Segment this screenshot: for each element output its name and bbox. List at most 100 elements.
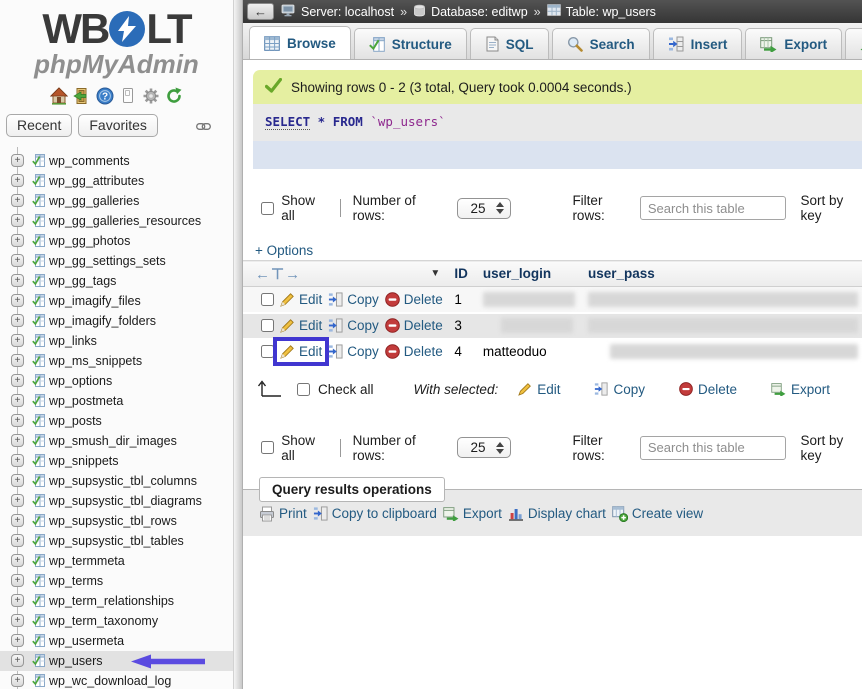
sidebar-table-item[interactable]: + wp_imagify_files (0, 291, 233, 311)
expand-plus-icon[interactable]: + (11, 214, 24, 227)
with-selected-delete[interactable]: Delete (679, 382, 737, 397)
sidebar-table-item[interactable]: + wp_postmeta (0, 391, 233, 411)
expand-plus-icon[interactable]: + (11, 354, 24, 367)
tab-insert[interactable]: Insert (653, 28, 743, 59)
back-button[interactable]: ← (247, 3, 274, 20)
expand-plus-icon[interactable]: + (11, 634, 24, 647)
tab-browse[interactable]: Browse (249, 26, 351, 59)
sort-caret-icon[interactable]: ▼ (430, 268, 440, 279)
sidebar-table-item[interactable]: + wp_links (0, 331, 233, 351)
with-selected-copy[interactable]: Copy (594, 382, 645, 397)
breadcrumb-server[interactable]: Server: localhost (281, 4, 394, 20)
show-all-checkbox[interactable] (261, 202, 274, 215)
sidebar-table-item[interactable]: + wp_gg_settings_sets (0, 251, 233, 271)
column-header-id[interactable]: ID (450, 261, 479, 287)
expand-plus-icon[interactable]: + (11, 674, 24, 687)
favorites-tab[interactable]: Favorites (78, 114, 158, 137)
sidebar-table-item[interactable]: + wp_usermeta (0, 631, 233, 651)
tab-sql[interactable]: SQL (470, 28, 549, 59)
row-checkbox[interactable] (261, 345, 274, 358)
with-selected-edit[interactable]: Edit (518, 382, 560, 397)
filter-rows-input[interactable] (640, 196, 786, 220)
sidebar-table-item[interactable]: + wp_imagify_folders (0, 311, 233, 331)
row-copy-link[interactable]: Copy (328, 318, 379, 333)
with-selected-export[interactable]: Export (771, 382, 830, 397)
display-chart-link[interactable]: Display chart (508, 506, 606, 522)
print-link[interactable]: Print (259, 506, 307, 522)
create-view-link[interactable]: Create view (612, 506, 703, 522)
expand-plus-icon[interactable]: + (11, 174, 24, 187)
sidebar-table-item[interactable]: + wp_wc_download_log (0, 671, 233, 689)
row-checkbox[interactable] (261, 293, 274, 306)
expand-plus-icon[interactable]: + (11, 594, 24, 607)
expand-plus-icon[interactable]: + (11, 194, 24, 207)
expand-plus-icon[interactable]: + (11, 474, 24, 487)
recent-tab[interactable]: Recent (6, 114, 72, 137)
sidebar-table-item[interactable]: + wp_supsystic_tbl_columns (0, 471, 233, 491)
expand-plus-icon[interactable]: + (11, 274, 24, 287)
sidebar-table-item[interactable]: + wp_gg_photos (0, 231, 233, 251)
show-all-checkbox[interactable] (261, 441, 274, 454)
sidebar-table-item[interactable]: + wp_gg_galleries_resources (0, 211, 233, 231)
expand-plus-icon[interactable]: + (11, 534, 24, 547)
sidebar-table-item[interactable]: + wp_gg_attributes (0, 171, 233, 191)
expand-plus-icon[interactable]: + (11, 334, 24, 347)
column-header-user-login[interactable]: user_login (479, 261, 584, 287)
expand-plus-icon[interactable]: + (11, 314, 24, 327)
row-checkbox[interactable] (261, 319, 274, 332)
expand-plus-icon[interactable]: + (11, 254, 24, 267)
tab-search[interactable]: Search (552, 28, 650, 59)
sidebar-table-item[interactable]: + wp_ms_snippets (0, 351, 233, 371)
filter-rows-input[interactable] (640, 436, 786, 460)
link-chain-icon[interactable] (196, 118, 211, 136)
export-link[interactable]: Export (443, 506, 502, 521)
sidebar-table-item[interactable]: + wp_term_taxonomy (0, 611, 233, 631)
sidebar-table-item[interactable]: + wp_terms (0, 571, 233, 591)
expand-plus-icon[interactable]: + (11, 294, 24, 307)
home-icon[interactable] (50, 87, 68, 105)
expand-plus-icon[interactable]: + (11, 394, 24, 407)
sidebar-table-item[interactable]: + wp_term_relationships (0, 591, 233, 611)
options-toggle-link[interactable]: + Options (255, 243, 313, 258)
sidebar-table-item[interactable]: + wp_termmeta (0, 551, 233, 571)
settings-gear-icon[interactable] (142, 87, 160, 105)
sidebar-table-item[interactable]: + wp_comments (0, 151, 233, 171)
row-copy-link[interactable]: Copy (328, 344, 379, 359)
expand-plus-icon[interactable]: + (11, 554, 24, 567)
expand-plus-icon[interactable]: + (11, 654, 24, 667)
sidebar-table-item[interactable]: + wp_posts (0, 411, 233, 431)
sidebar-table-item[interactable]: + wp_gg_galleries (0, 191, 233, 211)
copy-to-clipboard-link[interactable]: Copy to clipboard (313, 506, 437, 521)
check-all-checkbox[interactable] (297, 383, 310, 396)
documentation-icon[interactable] (119, 87, 137, 105)
expand-plus-icon[interactable]: + (11, 234, 24, 247)
breadcrumb-table[interactable]: Table: wp_users (547, 4, 656, 19)
expand-plus-icon[interactable]: + (11, 574, 24, 587)
expand-plus-icon[interactable]: + (11, 614, 24, 627)
sidebar-table-item[interactable]: + wp_gg_tags (0, 271, 233, 291)
expand-plus-icon[interactable]: + (11, 374, 24, 387)
row-edit-link[interactable]: Edit (280, 344, 322, 359)
refresh-icon[interactable] (165, 87, 183, 105)
sidebar-table-item[interactable]: + wp_snippets (0, 451, 233, 471)
row-copy-link[interactable]: Copy (328, 292, 379, 307)
sidebar-table-item[interactable]: + wp_smush_dir_images (0, 431, 233, 451)
logout-door-icon[interactable] (73, 87, 91, 105)
row-delete-link[interactable]: Delete (385, 292, 443, 307)
expand-plus-icon[interactable]: + (11, 154, 24, 167)
column-header-user-pass[interactable]: user_pass (584, 261, 862, 287)
tab-import[interactable]: Import (845, 28, 862, 59)
sidebar-table-item[interactable]: + wp_supsystic_tbl_rows (0, 511, 233, 531)
expand-plus-icon[interactable]: + (11, 414, 24, 427)
check-all-label[interactable]: Check all (318, 382, 374, 397)
expand-plus-icon[interactable]: + (11, 434, 24, 447)
row-edit-link[interactable]: Edit (280, 318, 322, 333)
number-of-rows-select[interactable]: 25 (457, 198, 510, 219)
sidebar-table-item[interactable]: + wp_options (0, 371, 233, 391)
tab-export[interactable]: Export (745, 28, 842, 59)
column-order-icons[interactable]: ←⊤→ (255, 265, 301, 283)
sidebar-table-item[interactable]: + wp_supsystic_tbl_tables (0, 531, 233, 551)
breadcrumb-database[interactable]: Database: editwp (413, 4, 528, 20)
number-of-rows-select[interactable]: 25 (457, 437, 510, 458)
sidebar-table-item[interactable]: + wp_users (0, 651, 233, 671)
